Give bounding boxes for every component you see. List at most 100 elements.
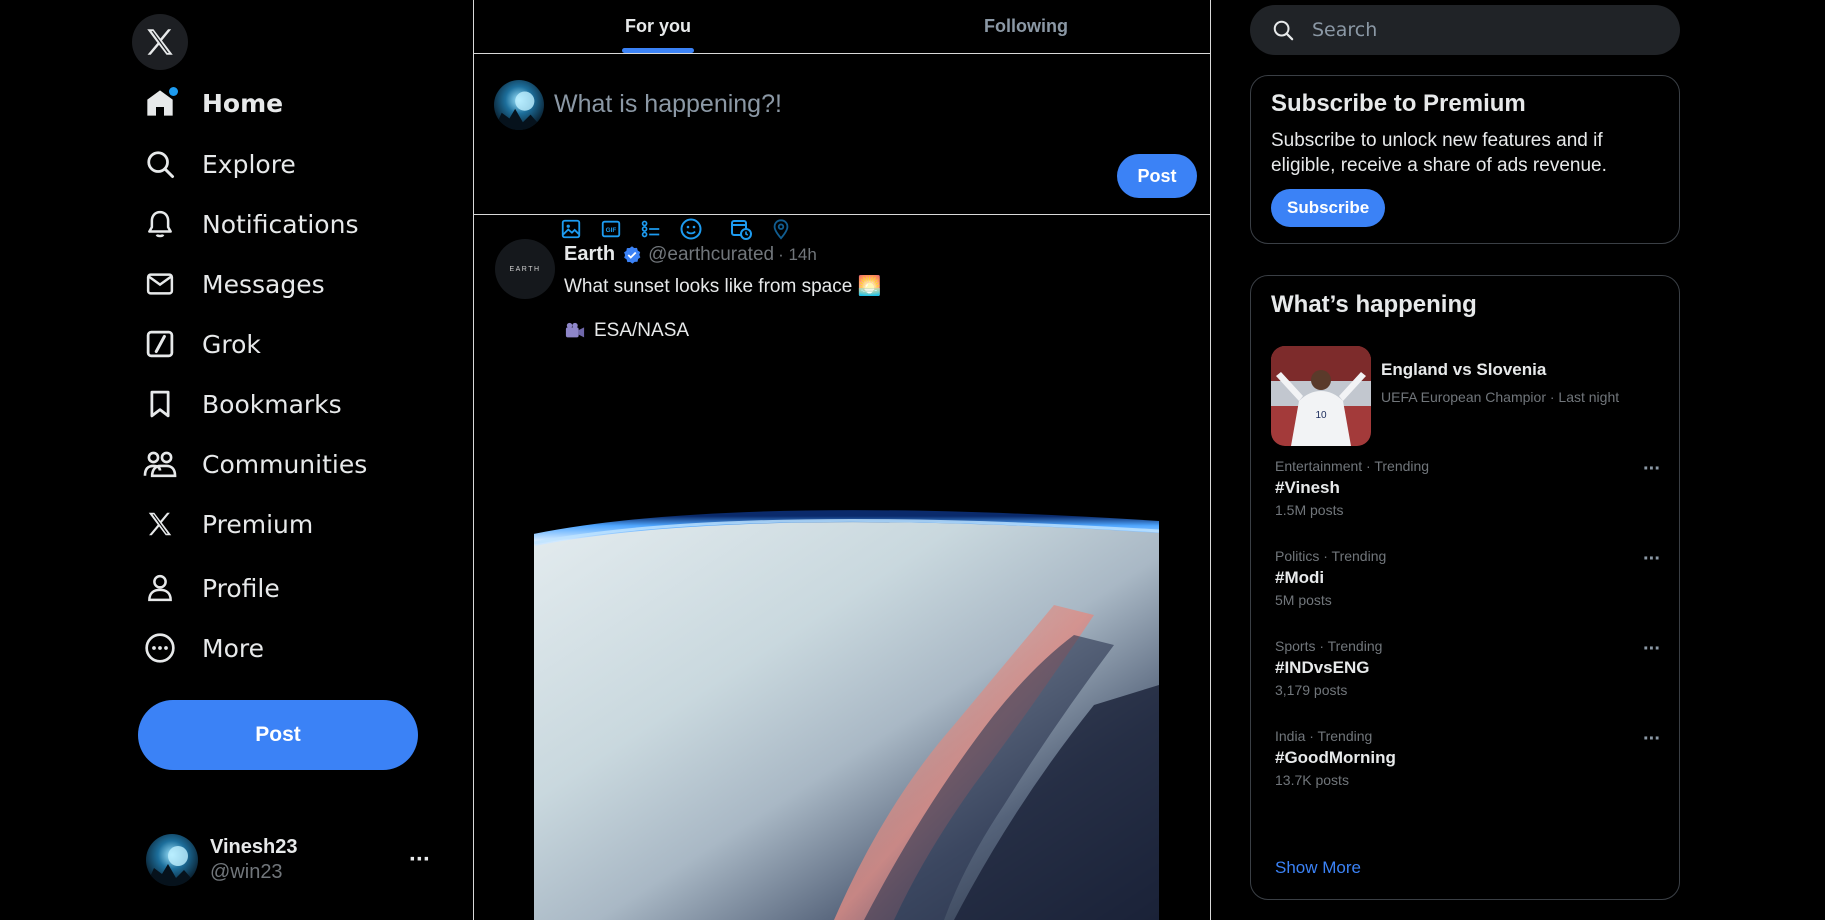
search-icon	[142, 146, 178, 182]
nav-label: Explore	[202, 149, 296, 179]
account-display-name: Vinesh23	[210, 836, 298, 858]
nav-home[interactable]: Home	[142, 78, 283, 128]
x-logo-icon	[142, 506, 178, 542]
trend-count: 5M posts	[1275, 592, 1332, 608]
tweet-avatar[interactable]: EARTH	[495, 239, 555, 299]
trend-item[interactable]: Entertainment · Trending #Vinesh 1.5M po…	[1275, 458, 1661, 538]
nav-explore[interactable]: Explore	[142, 139, 296, 189]
nav-label: Premium	[202, 509, 314, 539]
trend-tag: #Modi	[1275, 568, 1325, 587]
tweet-header: Earth @earthcurated · 14h	[564, 243, 817, 266]
nav-more[interactable]: More	[142, 623, 264, 673]
premium-title: Subscribe to Premium	[1271, 90, 1526, 117]
nav-grok[interactable]: Grok	[142, 319, 261, 369]
avatar	[494, 80, 544, 130]
nav-messages[interactable]: Messages	[142, 259, 325, 309]
nav-label: Home	[202, 88, 284, 118]
tweet-avatar-text: EARTH	[509, 265, 541, 273]
nav-premium[interactable]: Premium	[142, 499, 313, 549]
trend-tag: #GoodMorning	[1275, 748, 1396, 767]
tab-for-you[interactable]: For you	[474, 0, 842, 53]
search-bar[interactable]	[1250, 5, 1680, 55]
nav-communities[interactable]: Communities	[142, 439, 367, 489]
trend-meta: India · Trending	[1275, 728, 1373, 744]
home-icon	[142, 85, 178, 121]
tweet-media[interactable]	[534, 505, 1159, 920]
nav-label: Profile	[202, 573, 280, 603]
premium-description: Subscribe to unlock new features and if …	[1271, 130, 1607, 176]
show-more-link[interactable]: Show More	[1275, 858, 1361, 878]
tweet-author-handle[interactable]: @earthcurated	[648, 244, 774, 266]
nav-notifications[interactable]: Notifications	[142, 199, 358, 249]
right-sidebar: Subscribe to Premium Subscribe to unlock…	[1250, 0, 1682, 920]
trend-more-icon[interactable]: ···	[1643, 548, 1661, 571]
person-icon	[142, 570, 178, 606]
nav-label: Communities	[202, 449, 368, 479]
tweet-credit: ESA/NASA	[564, 320, 689, 342]
account-handle: @win23	[210, 861, 283, 883]
nav-label: More	[202, 633, 264, 663]
nav-label: Grok	[202, 329, 261, 359]
trend-item[interactable]: Politics · Trending #Modi 5M posts ···	[1275, 548, 1661, 628]
earth-from-space-image	[534, 505, 1159, 920]
featured-event-image: 10	[1271, 346, 1371, 446]
bell-icon	[142, 206, 178, 242]
trend-item[interactable]: India · Trending #GoodMorning 13.7K post…	[1275, 728, 1661, 808]
account-more-icon[interactable]: ···	[409, 846, 431, 874]
trend-more-icon[interactable]: ···	[1643, 458, 1661, 481]
envelope-icon	[142, 266, 178, 302]
featured-event[interactable]: 10 England vs Slovenia UEFA European Cha…	[1271, 346, 1661, 446]
search-icon	[1270, 17, 1296, 43]
compose-box: What is happening?! GIF Post	[474, 54, 1210, 240]
grok-icon	[142, 326, 178, 362]
post-button[interactable]: Post	[138, 700, 418, 770]
nav-label: Bookmarks	[202, 389, 342, 419]
subscribe-button[interactable]: Subscribe	[1271, 189, 1386, 227]
trend-count: 1.5M posts	[1275, 502, 1344, 518]
nav-profile[interactable]: Profile	[142, 563, 280, 613]
featured-event-title: England vs Slovenia	[1381, 360, 1547, 379]
trend-more-icon[interactable]: ···	[1643, 638, 1661, 661]
nav-bookmarks[interactable]: Bookmarks	[142, 379, 342, 429]
trend-count: 3,179 posts	[1275, 682, 1348, 698]
svg-text:10: 10	[1315, 410, 1327, 421]
nav-label: Notifications	[202, 209, 359, 239]
tab-label: For you	[625, 16, 691, 36]
tweet[interactable]: EARTH Earth @earthcurated · 14h What sun…	[474, 215, 1210, 920]
nav-label: Messages	[202, 269, 325, 299]
timeline-tabs: For you Following	[474, 0, 1210, 54]
whats-happening-title: What’s happening	[1271, 291, 1477, 318]
trend-meta: Entertainment · Trending	[1275, 458, 1430, 474]
trend-count: 13.7K posts	[1275, 772, 1349, 788]
whats-happening-card: What’s happening 10 England vs Slovenia	[1250, 275, 1680, 900]
main-timeline: For you Following What is happening?! GI…	[473, 0, 1211, 920]
search-input[interactable]	[1312, 19, 1632, 41]
trend-tag: #INDvsENG	[1275, 658, 1370, 677]
account-switcher[interactable]: Vinesh23 @win23 ···	[146, 832, 440, 888]
x-logo-button[interactable]	[132, 14, 188, 70]
bookmark-icon	[142, 386, 178, 422]
x-logo-icon	[147, 29, 173, 55]
tweet-text: What sunset looks like from space 🌅	[564, 276, 882, 297]
left-sidebar: Home Explore Notifications Messages Grok	[0, 0, 473, 920]
page: Home Explore Notifications Messages Grok	[0, 0, 1825, 920]
trend-tag: #Vinesh	[1275, 478, 1340, 497]
verified-badge-icon	[622, 245, 642, 265]
tweet-timestamp[interactable]: · 14h	[778, 245, 817, 265]
tweet-credit-text: ESA/NASA	[594, 320, 690, 341]
active-tab-indicator	[622, 48, 694, 53]
more-circle-icon	[142, 630, 178, 666]
featured-event-meta: UEFA European Champior · Last night	[1381, 389, 1620, 405]
trend-more-icon[interactable]: ···	[1643, 728, 1661, 751]
trend-meta: Politics · Trending	[1275, 548, 1387, 564]
people-icon	[142, 446, 178, 482]
trend-item[interactable]: Sports · Trending #INDvsENG 3,179 posts …	[1275, 638, 1661, 718]
tab-label: Following	[984, 16, 1068, 36]
tweet-author-name[interactable]: Earth	[564, 243, 615, 266]
tab-following[interactable]: Following	[842, 0, 1210, 53]
premium-card: Subscribe to Premium Subscribe to unlock…	[1250, 75, 1680, 244]
compose-input[interactable]: What is happening?!	[554, 90, 782, 119]
trend-meta: Sports · Trending	[1275, 638, 1383, 654]
compose-post-button[interactable]: Post	[1117, 154, 1197, 198]
unread-dot	[169, 87, 178, 96]
